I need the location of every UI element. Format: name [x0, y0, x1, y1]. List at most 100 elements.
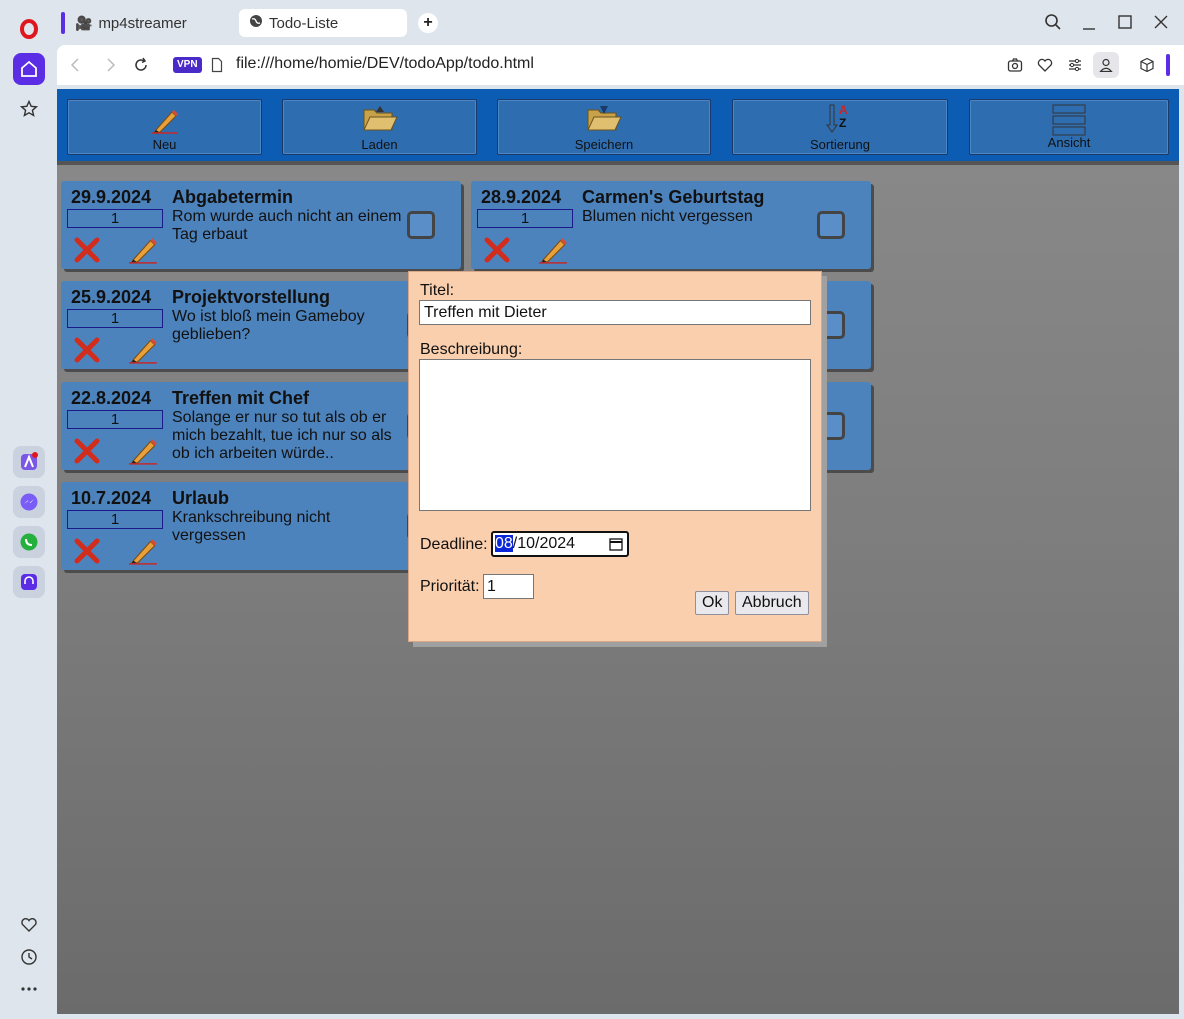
todo-description: Wo ist bloß mein Gameboy geblieben? — [172, 308, 365, 343]
todo-priority: 1 — [67, 410, 163, 429]
description-textarea[interactable] — [419, 359, 811, 511]
todo-priority: 1 — [67, 510, 163, 529]
view-list-icon — [1052, 104, 1086, 139]
delete-x-icon[interactable] — [73, 336, 101, 364]
edit-pencil-icon[interactable] — [127, 534, 159, 566]
todo-card[interactable]: 22.8.2024 1 Treffen mit Chef Solange er … — [61, 382, 461, 470]
new-button[interactable]: Neu — [67, 99, 262, 155]
more-options-icon[interactable] — [13, 973, 45, 1005]
profile-icon[interactable] — [1093, 52, 1119, 78]
favorites-heart-icon[interactable] — [13, 909, 45, 941]
tab-bar: 🎥 mp4streamer Todo-Liste + — [57, 0, 1184, 45]
delete-x-icon[interactable] — [483, 236, 511, 264]
done-checkbox[interactable] — [407, 211, 435, 239]
todo-description: Blumen nicht vergessen — [582, 208, 753, 225]
camera-snapshot-icon[interactable] — [1007, 57, 1023, 78]
sidebar-accent-bar — [1166, 54, 1170, 76]
bookmarks-star-icon[interactable] — [13, 93, 45, 125]
folder-open-icon — [362, 104, 398, 137]
music-player-icon[interactable] — [13, 566, 45, 598]
ok-button[interactable]: Ok — [695, 591, 730, 615]
tab-label: mp4streamer — [98, 14, 187, 32]
todo-edit-dialog: Titel: Beschreibung: Deadline: 08/10/202… — [408, 271, 822, 642]
messenger-icon[interactable] — [13, 486, 45, 518]
home-icon[interactable] — [13, 53, 45, 85]
todo-card[interactable]: 10.7.2024 1 Urlaub Krankschreibung nicht… — [61, 482, 461, 570]
new-tab-plus-icon[interactable]: + — [418, 13, 438, 33]
pencil-icon — [150, 106, 180, 137]
edit-pencil-icon[interactable] — [127, 434, 159, 466]
easy-setup-icon[interactable] — [1067, 57, 1083, 78]
todo-title: Carmen's Geburtstag — [582, 187, 765, 207]
url-field[interactable]: file:///home/homie/DEV/todoApp/todo.html — [236, 55, 534, 73]
title-input[interactable] — [419, 300, 811, 325]
deadline-month-segment[interactable]: 08 — [495, 535, 513, 552]
delete-x-icon[interactable] — [73, 236, 101, 264]
todo-description: Krankschreibung nicht vergessen — [172, 509, 331, 544]
todo-title: Urlaub — [172, 488, 230, 508]
app-toolbar: Neu Laden Speichern A Z Sortierung Ansic… — [57, 89, 1179, 165]
save-label: Speichern — [574, 137, 634, 152]
heart-bookmark-icon[interactable] — [1037, 57, 1053, 78]
todo-date: 28.9.2024 — [481, 187, 562, 207]
maximize-icon[interactable] — [1117, 14, 1133, 35]
done-checkbox[interactable] — [817, 211, 845, 239]
title-label: Titel: — [420, 282, 455, 299]
history-clock-icon[interactable] — [13, 941, 45, 973]
extensions-cube-icon[interactable] — [1139, 57, 1155, 78]
edit-pencil-icon[interactable] — [127, 333, 159, 365]
todo-card[interactable]: 29.9.2024 1 Abgabetermin Rom wurde auch … — [61, 181, 461, 269]
browser-sidebar — [0, 0, 57, 1019]
todo-date: 29.9.2024 — [71, 187, 152, 207]
priority-label: Priorität: — [420, 578, 480, 595]
todo-title: Treffen mit Chef — [172, 388, 310, 408]
deadline-day-year: /10/2024 — [512, 535, 576, 552]
edit-pencil-icon[interactable] — [127, 233, 159, 265]
todo-priority: 1 — [67, 309, 163, 328]
new-label: Neu — [152, 137, 177, 152]
todo-date: 10.7.2024 — [71, 488, 152, 508]
delete-x-icon[interactable] — [73, 537, 101, 565]
view-button[interactable]: Ansicht — [969, 99, 1169, 155]
sort-button[interactable]: A Z Sortierung — [732, 99, 948, 155]
load-button[interactable]: Laden — [282, 99, 477, 155]
save-button[interactable]: Speichern — [497, 99, 711, 155]
deadline-label: Deadline: — [420, 536, 488, 553]
address-bar: VPN file:///home/homie/DEV/todoApp/todo.… — [57, 45, 1184, 85]
video-camera-icon: 🎥 — [75, 14, 93, 31]
calendar-icon[interactable] — [609, 536, 623, 558]
file-page-icon — [211, 57, 223, 78]
sort-label: Sortierung — [810, 137, 870, 152]
todo-priority: 1 — [477, 209, 573, 228]
tab-accent-bar — [61, 12, 65, 34]
whatsapp-icon[interactable] — [13, 526, 45, 558]
todo-card[interactable]: 28.9.2024 1 Carmen's Geburtstag Blumen n… — [471, 181, 871, 269]
load-label: Laden — [361, 137, 398, 152]
forward-arrow-icon[interactable] — [103, 57, 117, 78]
todo-description: Rom wurde auch nicht an einem Tag erbaut — [172, 208, 402, 243]
aria-ai-icon[interactable] — [13, 446, 45, 478]
todo-card[interactable]: 25.9.2024 1 Projektvorstellung Wo ist bl… — [61, 281, 461, 369]
todo-title: Projektvorstellung — [172, 287, 331, 307]
tab-mp4streamer[interactable]: 🎥 mp4streamer — [61, 9, 233, 37]
edit-pencil-icon[interactable] — [537, 233, 569, 265]
todo-date: 25.9.2024 — [71, 287, 152, 307]
priority-input[interactable] — [483, 574, 534, 599]
todo-date: 22.8.2024 — [71, 388, 152, 408]
delete-x-icon[interactable] — [73, 437, 101, 465]
todo-title: Abgabetermin — [172, 187, 294, 207]
search-tabs-icon[interactable] — [1044, 13, 1062, 36]
reload-icon[interactable] — [133, 57, 149, 78]
tab-todo-liste[interactable]: Todo-Liste — [239, 9, 407, 37]
todo-description: Solange er nur so tut als ob er mich bez… — [172, 409, 392, 462]
opera-logo-icon[interactable] — [13, 13, 45, 45]
globe-icon — [249, 14, 263, 32]
vpn-badge[interactable]: VPN — [173, 57, 202, 73]
cancel-button[interactable]: Abbruch — [735, 591, 809, 615]
sort-az-icon: A Z — [825, 103, 855, 133]
minimize-icon[interactable] — [1081, 13, 1097, 36]
back-arrow-icon[interactable] — [69, 57, 83, 78]
deadline-date-input[interactable]: 08/10/2024 — [491, 531, 629, 557]
close-window-icon[interactable] — [1153, 14, 1169, 35]
description-label: Beschreibung: — [420, 341, 523, 358]
